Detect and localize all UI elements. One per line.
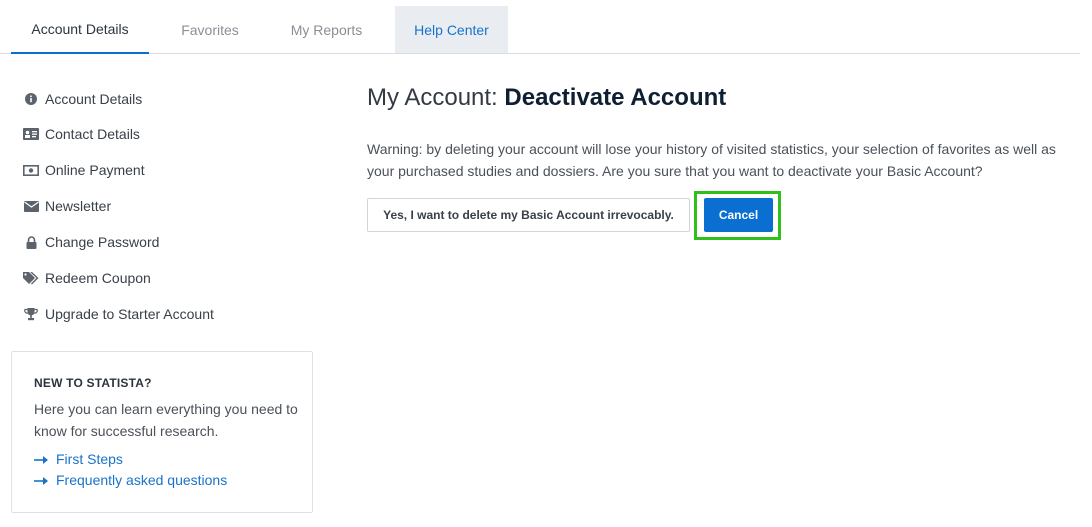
sidebar-item-label: Change Password	[45, 234, 160, 250]
confirm-delete-button[interactable]: Yes, I want to delete my Basic Account i…	[367, 198, 690, 232]
tab-account-details[interactable]: Account Details	[11, 6, 149, 54]
sidebar-item-redeem-coupon[interactable]: Redeem Coupon	[22, 268, 151, 288]
tab-my-reports[interactable]: My Reports	[275, 6, 378, 53]
lock-icon	[22, 235, 40, 249]
faq-link[interactable]: Frequently asked questions	[34, 471, 227, 489]
page-title-prefix: My Account:	[367, 84, 498, 111]
first-steps-link[interactable]: First Steps	[34, 450, 123, 468]
promo-title: NEW TO STATISTA?	[34, 376, 152, 390]
sidebar-item-newsletter[interactable]: Newsletter	[22, 196, 111, 216]
sidebar-item-label: Upgrade to Starter Account	[45, 306, 214, 322]
cancel-button[interactable]: Cancel	[704, 198, 773, 232]
sidebar-item-online-payment[interactable]: Online Payment	[22, 160, 145, 180]
new-to-statista-box: NEW TO STATISTA? Here you can learn ever…	[11, 351, 313, 513]
sidebar-item-label: Redeem Coupon	[45, 270, 151, 286]
page-title: My Account: Deactivate Account	[367, 84, 726, 112]
sidebar-item-contact-details[interactable]: Contact Details	[22, 124, 140, 144]
sidebar-item-upgrade[interactable]: Upgrade to Starter Account	[22, 304, 214, 324]
tab-favorites[interactable]: Favorites	[160, 6, 260, 53]
sidebar-item-label: Newsletter	[45, 198, 112, 214]
money-bill-icon	[22, 163, 40, 177]
sidebar-item-change-password[interactable]: Change Password	[22, 232, 159, 252]
sidebar-item-label: Account Details	[45, 91, 143, 107]
link-label: First Steps	[56, 451, 123, 467]
trophy-icon	[22, 307, 40, 321]
arrow-right-icon	[34, 451, 50, 467]
warning-text: Warning: by deleting your account will l…	[367, 141, 1056, 179]
arrow-right-icon	[34, 472, 50, 488]
sidebar-item-label: Contact Details	[45, 126, 140, 142]
link-label: Frequently asked questions	[56, 472, 228, 488]
page: Account Details Favorites My Reports Hel…	[0, 0, 1092, 527]
sidebar-item-account-details[interactable]: Account Details	[22, 89, 142, 109]
page-title-main: Deactivate Account	[504, 84, 727, 111]
info-circle-icon	[22, 92, 40, 106]
promo-text: Here you can learn everything you need t…	[34, 401, 298, 439]
contact-card-icon	[22, 127, 40, 141]
tab-help-center[interactable]: Help Center	[395, 6, 508, 53]
sidebar-item-label: Online Payment	[45, 162, 145, 178]
top-tabs: Account Details Favorites My Reports Hel…	[0, 0, 1080, 54]
tags-icon	[22, 271, 40, 285]
envelope-icon	[22, 199, 40, 213]
